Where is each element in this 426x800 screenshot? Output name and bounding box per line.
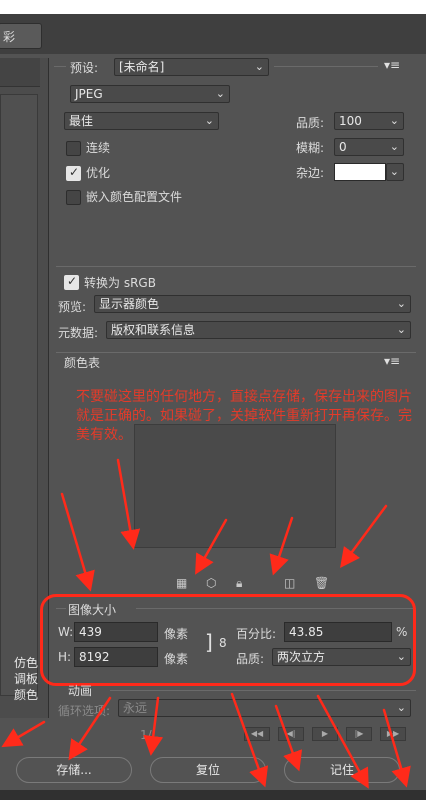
arrow bbox=[340, 504, 388, 569]
arrow bbox=[60, 492, 95, 592]
arrow bbox=[1, 720, 46, 748]
arrow bbox=[195, 518, 228, 575]
arrow bbox=[382, 708, 411, 788]
arrow bbox=[116, 458, 141, 550]
arrow bbox=[274, 704, 303, 772]
arrow bbox=[230, 692, 269, 788]
arrow bbox=[269, 516, 294, 576]
arrow bbox=[316, 694, 369, 789]
arrow bbox=[143, 696, 164, 756]
arrow bbox=[68, 696, 112, 761]
annotation-arrows bbox=[1, 458, 411, 789]
